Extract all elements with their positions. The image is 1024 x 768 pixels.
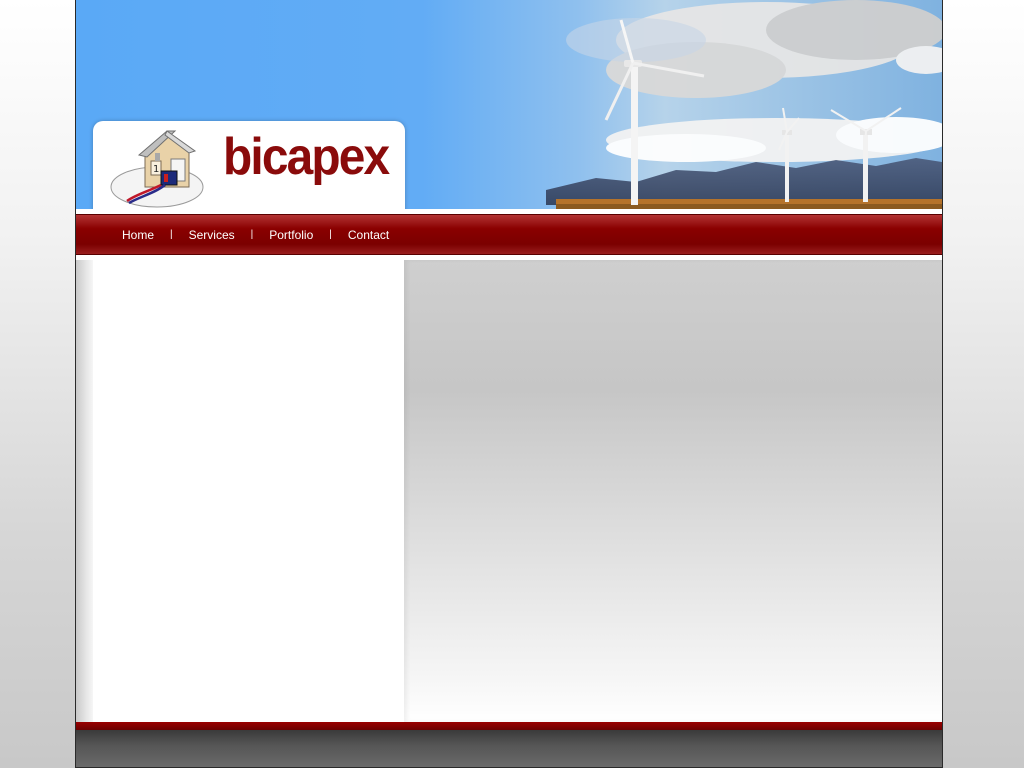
nav-link-services[interactable]: Services (189, 228, 235, 242)
nav-separator: | (170, 229, 173, 240)
main-navigation: Home | Services | Portfolio | Contact (76, 214, 942, 255)
nav-link-contact[interactable]: Contact (348, 228, 389, 242)
logo-card[interactable]: 1 bicapex (93, 121, 405, 209)
page-wrapper: 1 bicapex Home | Services | Portfolio | … (75, 0, 943, 768)
nav-separator: | (329, 229, 332, 240)
left-shadow-edge (76, 260, 93, 722)
header-banner: 1 bicapex (76, 0, 942, 209)
main-content-column (404, 260, 942, 722)
brand-logo-text: bicapex (223, 128, 390, 186)
house-logo-icon: 1 (110, 130, 204, 208)
content-area (76, 260, 942, 722)
nav-link-home[interactable]: Home (122, 228, 154, 242)
footer (76, 730, 942, 767)
nav-separator: | (250, 229, 254, 240)
nav-link-portfolio[interactable]: Portfolio (269, 228, 313, 242)
nav-menu: Home | Services | Portfolio | Contact (122, 215, 389, 254)
sidebar-column (93, 260, 404, 722)
footer-accent-bar (76, 722, 942, 730)
svg-text:1: 1 (153, 164, 159, 175)
